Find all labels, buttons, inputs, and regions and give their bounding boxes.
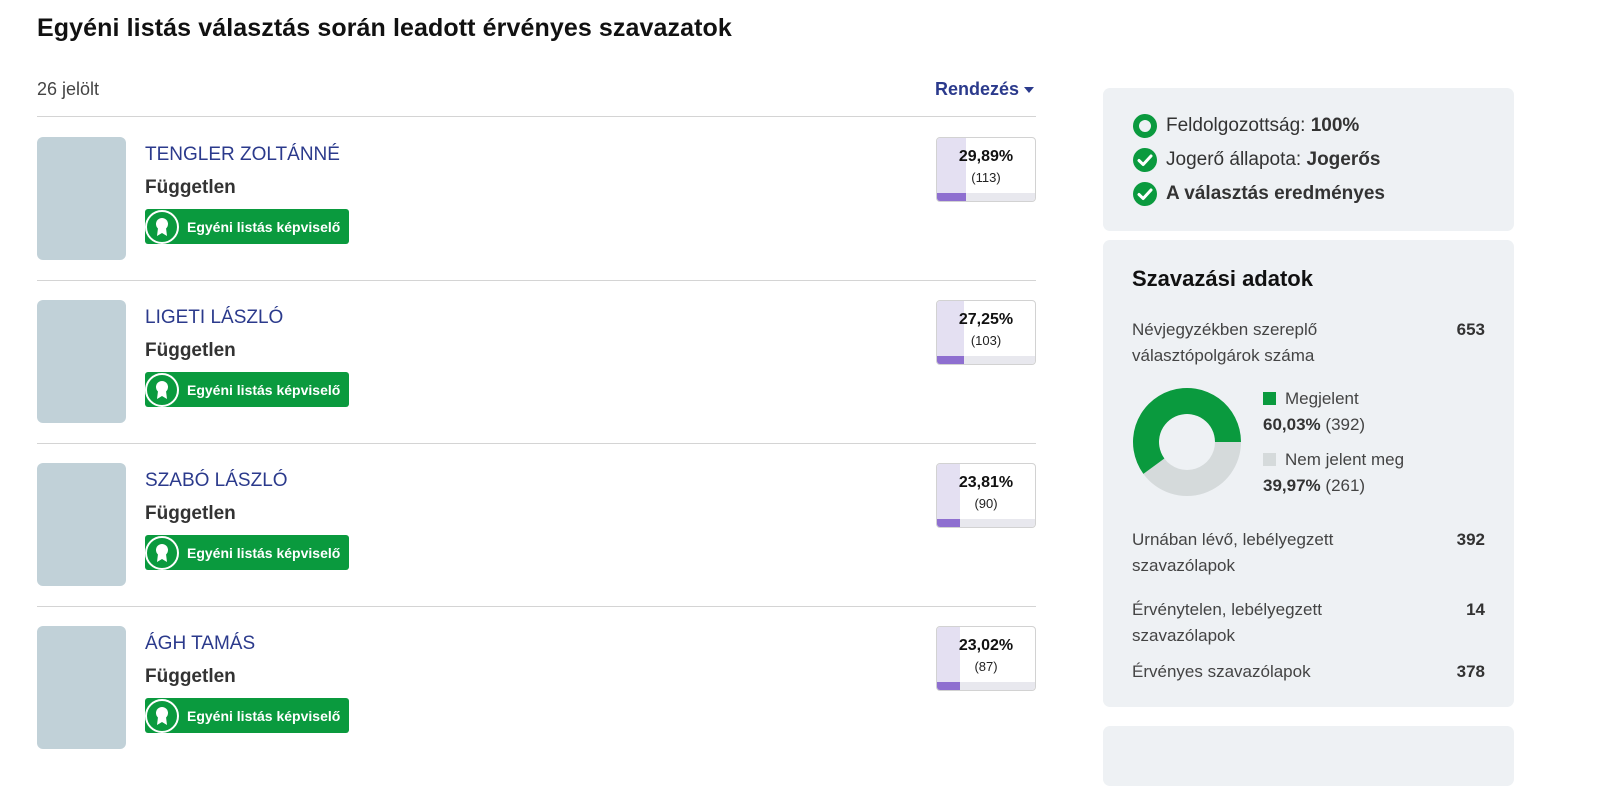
vote-count: (113) xyxy=(971,170,1001,185)
voting-data-panel: Szavazási adatok Névjegyzékben szereplő … xyxy=(1103,240,1514,707)
caret-down-icon xyxy=(1024,86,1034,93)
candidate-row: ÁGH TAMÁS Független Egyéni listás képvis… xyxy=(37,606,1036,769)
invalid-ballots-label: Érvénytelen, lebélyegzett szavazólapok xyxy=(1132,600,1322,645)
candidate-party: Független xyxy=(145,503,236,524)
processing-status: Feldolgozottság: 100% xyxy=(1132,113,1359,139)
elected-badge: Egyéni listás képviselő xyxy=(145,209,349,244)
candidate-row: TENGLER ZOLTÁNNÉ Független Egyéni listás… xyxy=(37,117,1036,281)
candidate-photo xyxy=(37,626,126,749)
processing-label: Feldolgozottság: xyxy=(1166,115,1306,136)
legal-status: Jogerő állapota: Jogerős xyxy=(1132,147,1380,173)
legend-present-value: 60,03% (392) xyxy=(1263,412,1365,438)
absent-count: (261) xyxy=(1325,476,1366,495)
present-percent: 60,03% xyxy=(1263,415,1321,434)
candidate-row: SZABÓ LÁSZLÓ Független Egyéni listás kép… xyxy=(37,443,1036,607)
legend-absent-value: 39,97% (261) xyxy=(1263,473,1365,499)
vote-percent: 27,25% xyxy=(958,311,1014,328)
vote-share-bar xyxy=(937,682,960,690)
legend-present-label: Megjelent xyxy=(1285,389,1359,408)
vote-share-box: 29,89% (113) xyxy=(936,137,1036,202)
registered-voters-value: 653 xyxy=(1456,320,1485,339)
candidate-name-link[interactable]: SZABÓ LÁSZLÓ xyxy=(145,470,288,492)
award-ribbon-icon xyxy=(145,209,179,244)
candidate-photo xyxy=(37,300,126,423)
legal-value: Jogerős xyxy=(1306,149,1381,170)
candidate-name-link[interactable]: LIGETI LÁSZLÓ xyxy=(145,307,283,329)
election-result-status: A választás eredményes xyxy=(1132,181,1385,207)
valid-ballots-label: Érvényes szavazólapok xyxy=(1132,662,1311,681)
vote-count: (87) xyxy=(974,659,998,674)
award-ribbon-icon xyxy=(145,698,179,733)
elected-badge-label: Egyéni listás képviselő xyxy=(187,218,341,235)
legend-absent: Nem jelent meg xyxy=(1263,447,1404,473)
invalid-ballots-value: 14 xyxy=(1466,600,1485,619)
check-circle-icon xyxy=(1133,182,1157,206)
candidate-name-link[interactable]: ÁGH TAMÁS xyxy=(145,633,255,655)
check-circle-icon xyxy=(1133,148,1157,172)
sort-button-label: Rendezés xyxy=(934,79,1019,99)
legend-present: Megjelent xyxy=(1263,386,1359,412)
registered-voters-label: Névjegyzékben szereplő választópolgárok … xyxy=(1132,320,1318,365)
voting-data-title: Szavazási adatok xyxy=(1132,266,1313,291)
vote-share-bar xyxy=(937,356,964,364)
legend-present-swatch xyxy=(1263,392,1276,405)
candidate-photo xyxy=(37,137,126,260)
legend-absent-label: Nem jelent meg xyxy=(1285,450,1405,469)
page-title: Egyéni listás választás során leadott ér… xyxy=(37,14,732,42)
candidate-list-header: 26 jelölt Rendezés xyxy=(37,76,1036,117)
sort-button[interactable]: Rendezés xyxy=(935,79,1034,100)
vote-share-bar xyxy=(937,519,961,527)
candidate-name-link[interactable]: TENGLER ZOLTÁNNÉ xyxy=(145,144,340,166)
vote-count: (90) xyxy=(974,496,998,511)
ballots-in-urn-label: Urnában lévő, lebélyegzett szavazólapok xyxy=(1132,530,1334,575)
award-ribbon-icon xyxy=(145,535,179,570)
elected-badge-label: Egyéni listás képviselő xyxy=(187,381,341,398)
vote-share-box: 27,25% (103) xyxy=(936,300,1036,365)
status-panel: Feldolgozottság: 100% Jogerő állapota: J… xyxy=(1103,88,1514,231)
candidate-row: LIGETI LÁSZLÓ Független Egyéni listás ké… xyxy=(37,280,1036,444)
ballots-in-urn-value: 392 xyxy=(1456,530,1485,549)
vote-share-bar xyxy=(937,193,967,201)
elected-badge-label: Egyéni listás képviselő xyxy=(187,544,341,561)
turnout-donut-chart xyxy=(1133,388,1241,496)
absent-percent: 39,97% xyxy=(1263,476,1321,495)
candidate-count: 26 jelölt xyxy=(37,79,100,99)
elected-badge: Egyéni listás képviselő xyxy=(145,535,349,570)
candidate-party: Független xyxy=(145,340,236,361)
candidate-party: Független xyxy=(145,666,236,687)
next-info-panel xyxy=(1103,726,1514,786)
vote-share-box: 23,02% (87) xyxy=(936,626,1036,691)
legend-absent-swatch xyxy=(1263,453,1276,466)
vote-percent: 29,89% xyxy=(958,148,1014,165)
present-count: (392) xyxy=(1325,415,1366,434)
ring-icon xyxy=(1133,114,1157,138)
elected-badge: Egyéni listás képviselő xyxy=(145,698,349,733)
candidate-party: Független xyxy=(145,177,236,198)
legal-label: Jogerő állapota: xyxy=(1166,149,1302,170)
vote-count: (103) xyxy=(970,333,1002,348)
candidate-photo xyxy=(37,463,126,586)
elected-badge: Egyéni listás képviselő xyxy=(145,372,349,407)
vote-percent: 23,81% xyxy=(958,474,1014,491)
processing-value: 100% xyxy=(1310,115,1360,136)
election-result-text: A választás eredményes xyxy=(1166,183,1385,204)
valid-ballots-value: 378 xyxy=(1456,662,1485,681)
elected-badge-label: Egyéni listás képviselő xyxy=(187,707,341,724)
vote-percent: 23,02% xyxy=(958,637,1014,654)
vote-share-box: 23,81% (90) xyxy=(936,463,1036,528)
award-ribbon-icon xyxy=(145,372,179,407)
